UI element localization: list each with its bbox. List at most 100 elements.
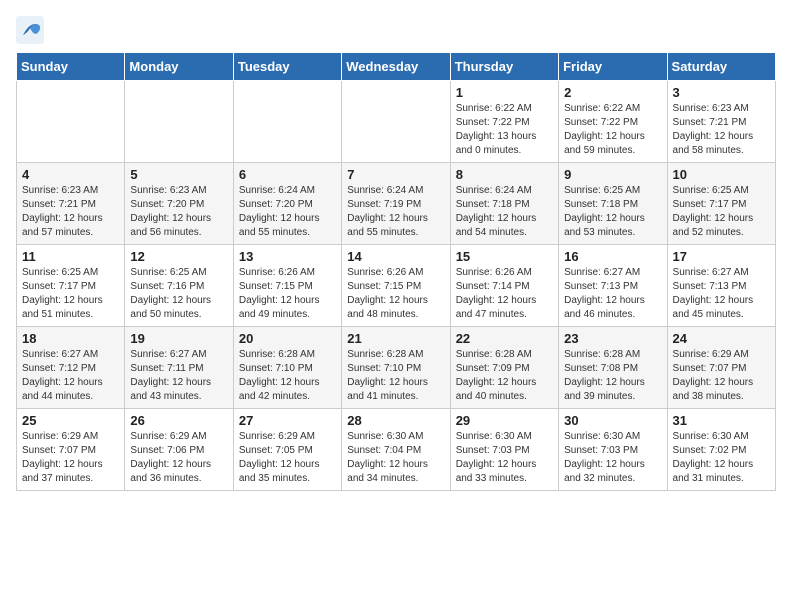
- logo-icon: [16, 16, 44, 44]
- day-info: Sunrise: 6:30 AM Sunset: 7:02 PM Dayligh…: [673, 430, 770, 486]
- page-header: [16, 16, 776, 44]
- calendar-cell: 25 Sunrise: 6:29 AM Sunset: 7:07 PM Dayli…: [17, 409, 125, 491]
- day-info: Sunrise: 6:29 AM Sunset: 7:07 PM Dayligh…: [22, 430, 119, 486]
- day-info: Sunrise: 6:28 AM Sunset: 7:08 PM Dayligh…: [564, 348, 661, 404]
- day-info: Sunrise: 6:27 AM Sunset: 7:13 PM Dayligh…: [673, 266, 770, 322]
- calendar-cell: 20 Sunrise: 6:28 AM Sunset: 7:10 PM Dayli…: [233, 327, 341, 409]
- day-number: 23: [564, 331, 661, 346]
- weekday-header-monday: Monday: [125, 53, 233, 81]
- calendar-cell: [17, 81, 125, 163]
- calendar-week-3: 11 Sunrise: 6:25 AM Sunset: 7:17 PM Dayli…: [17, 245, 776, 327]
- calendar-cell: 26 Sunrise: 6:29 AM Sunset: 7:06 PM Dayli…: [125, 409, 233, 491]
- day-info: Sunrise: 6:26 AM Sunset: 7:14 PM Dayligh…: [456, 266, 553, 322]
- calendar-cell: 8 Sunrise: 6:24 AM Sunset: 7:18 PM Daylig…: [450, 163, 558, 245]
- day-info: Sunrise: 6:25 AM Sunset: 7:17 PM Dayligh…: [22, 266, 119, 322]
- day-number: 21: [347, 331, 444, 346]
- calendar-cell: 28Sunrise: 6:30 AM Sunset: 7:04 PM Dayli…: [342, 409, 450, 491]
- calendar-cell: 21 Sunrise: 6:28 AM Sunset: 7:10 PM Dayli…: [342, 327, 450, 409]
- day-number: 22: [456, 331, 553, 346]
- day-number: 26: [130, 413, 227, 428]
- day-number: 29: [456, 413, 553, 428]
- day-number: 17: [673, 249, 770, 264]
- day-info: Sunrise: 6:25 AM Sunset: 7:18 PM Dayligh…: [564, 184, 661, 240]
- day-number: 30: [564, 413, 661, 428]
- calendar-cell: 27 Sunrise: 6:29 AM Sunset: 7:05 PM Dayli…: [233, 409, 341, 491]
- day-number: 28: [347, 413, 444, 428]
- calendar-cell: 9 Sunrise: 6:25 AM Sunset: 7:18 PM Daylig…: [559, 163, 667, 245]
- day-info: Sunrise: 6:25 AM Sunset: 7:16 PM Dayligh…: [130, 266, 227, 322]
- day-info: Sunrise: 6:24 AM Sunset: 7:18 PM Dayligh…: [456, 184, 553, 240]
- day-number: 9: [564, 167, 661, 182]
- calendar-cell: 29Sunrise: 6:30 AM Sunset: 7:03 PM Dayli…: [450, 409, 558, 491]
- calendar-cell: 6 Sunrise: 6:24 AM Sunset: 7:20 PM Daylig…: [233, 163, 341, 245]
- weekday-header-row: SundayMondayTuesdayWednesdayThursdayFrid…: [17, 53, 776, 81]
- day-info: Sunrise: 6:22 AM Sunset: 7:22 PM Dayligh…: [456, 102, 553, 158]
- calendar-cell: 13Sunrise: 6:26 AM Sunset: 7:15 PM Dayli…: [233, 245, 341, 327]
- calendar-week-5: 25 Sunrise: 6:29 AM Sunset: 7:07 PM Dayli…: [17, 409, 776, 491]
- calendar-cell: 24 Sunrise: 6:29 AM Sunset: 7:07 PM Dayli…: [667, 327, 775, 409]
- day-info: Sunrise: 6:28 AM Sunset: 7:10 PM Dayligh…: [239, 348, 336, 404]
- day-info: Sunrise: 6:23 AM Sunset: 7:21 PM Dayligh…: [673, 102, 770, 158]
- day-number: 1: [456, 85, 553, 100]
- day-info: Sunrise: 6:26 AM Sunset: 7:15 PM Dayligh…: [347, 266, 444, 322]
- calendar-cell: 14 Sunrise: 6:26 AM Sunset: 7:15 PM Dayli…: [342, 245, 450, 327]
- day-number: 11: [22, 249, 119, 264]
- calendar-cell: [342, 81, 450, 163]
- day-info: Sunrise: 6:30 AM Sunset: 7:03 PM Dayligh…: [564, 430, 661, 486]
- day-number: 8: [456, 167, 553, 182]
- calendar-cell: 12 Sunrise: 6:25 AM Sunset: 7:16 PM Dayli…: [125, 245, 233, 327]
- calendar-cell: 18Sunrise: 6:27 AM Sunset: 7:12 PM Dayli…: [17, 327, 125, 409]
- calendar-week-1: 1 Sunrise: 6:22 AM Sunset: 7:22 PM Daylig…: [17, 81, 776, 163]
- day-info: Sunrise: 6:27 AM Sunset: 7:11 PM Dayligh…: [130, 348, 227, 404]
- day-number: 3: [673, 85, 770, 100]
- day-number: 12: [130, 249, 227, 264]
- calendar-body: 1 Sunrise: 6:22 AM Sunset: 7:22 PM Daylig…: [17, 81, 776, 491]
- calendar-cell: 2Sunrise: 6:22 AM Sunset: 7:22 PM Daylig…: [559, 81, 667, 163]
- day-number: 2: [564, 85, 661, 100]
- day-info: Sunrise: 6:29 AM Sunset: 7:06 PM Dayligh…: [130, 430, 227, 486]
- day-info: Sunrise: 6:28 AM Sunset: 7:10 PM Dayligh…: [347, 348, 444, 404]
- day-number: 14: [347, 249, 444, 264]
- day-info: Sunrise: 6:29 AM Sunset: 7:05 PM Dayligh…: [239, 430, 336, 486]
- day-number: 7: [347, 167, 444, 182]
- day-number: 13: [239, 249, 336, 264]
- day-info: Sunrise: 6:24 AM Sunset: 7:19 PM Dayligh…: [347, 184, 444, 240]
- calendar-cell: 1 Sunrise: 6:22 AM Sunset: 7:22 PM Daylig…: [450, 81, 558, 163]
- calendar-week-4: 18Sunrise: 6:27 AM Sunset: 7:12 PM Dayli…: [17, 327, 776, 409]
- logo: [16, 16, 48, 44]
- calendar-cell: [233, 81, 341, 163]
- calendar-cell: 3 Sunrise: 6:23 AM Sunset: 7:21 PM Daylig…: [667, 81, 775, 163]
- calendar-cell: 22 Sunrise: 6:28 AM Sunset: 7:09 PM Dayli…: [450, 327, 558, 409]
- day-number: 5: [130, 167, 227, 182]
- calendar-cell: 16 Sunrise: 6:27 AM Sunset: 7:13 PM Dayli…: [559, 245, 667, 327]
- weekday-header-sunday: Sunday: [17, 53, 125, 81]
- weekday-header-wednesday: Wednesday: [342, 53, 450, 81]
- calendar-cell: 11 Sunrise: 6:25 AM Sunset: 7:17 PM Dayli…: [17, 245, 125, 327]
- day-number: 27: [239, 413, 336, 428]
- weekday-header-tuesday: Tuesday: [233, 53, 341, 81]
- calendar-cell: 10Sunrise: 6:25 AM Sunset: 7:17 PM Dayli…: [667, 163, 775, 245]
- day-number: 6: [239, 167, 336, 182]
- calendar-cell: [125, 81, 233, 163]
- day-info: Sunrise: 6:27 AM Sunset: 7:13 PM Dayligh…: [564, 266, 661, 322]
- day-info: Sunrise: 6:23 AM Sunset: 7:20 PM Dayligh…: [130, 184, 227, 240]
- weekday-header-thursday: Thursday: [450, 53, 558, 81]
- calendar-cell: 17 Sunrise: 6:27 AM Sunset: 7:13 PM Dayli…: [667, 245, 775, 327]
- day-info: Sunrise: 6:24 AM Sunset: 7:20 PM Dayligh…: [239, 184, 336, 240]
- calendar-cell: 5 Sunrise: 6:23 AM Sunset: 7:20 PM Daylig…: [125, 163, 233, 245]
- calendar-table: SundayMondayTuesdayWednesdayThursdayFrid…: [16, 52, 776, 491]
- day-number: 31: [673, 413, 770, 428]
- calendar-cell: 23 Sunrise: 6:28 AM Sunset: 7:08 PM Dayli…: [559, 327, 667, 409]
- day-number: 16: [564, 249, 661, 264]
- day-number: 20: [239, 331, 336, 346]
- day-info: Sunrise: 6:29 AM Sunset: 7:07 PM Dayligh…: [673, 348, 770, 404]
- day-info: Sunrise: 6:23 AM Sunset: 7:21 PM Dayligh…: [22, 184, 119, 240]
- day-number: 24: [673, 331, 770, 346]
- day-info: Sunrise: 6:28 AM Sunset: 7:09 PM Dayligh…: [456, 348, 553, 404]
- day-number: 10: [673, 167, 770, 182]
- day-number: 25: [22, 413, 119, 428]
- calendar-cell: 19 Sunrise: 6:27 AM Sunset: 7:11 PM Dayli…: [125, 327, 233, 409]
- calendar-week-2: 4Sunrise: 6:23 AM Sunset: 7:21 PM Daylig…: [17, 163, 776, 245]
- calendar-cell: 4Sunrise: 6:23 AM Sunset: 7:21 PM Daylig…: [17, 163, 125, 245]
- day-number: 19: [130, 331, 227, 346]
